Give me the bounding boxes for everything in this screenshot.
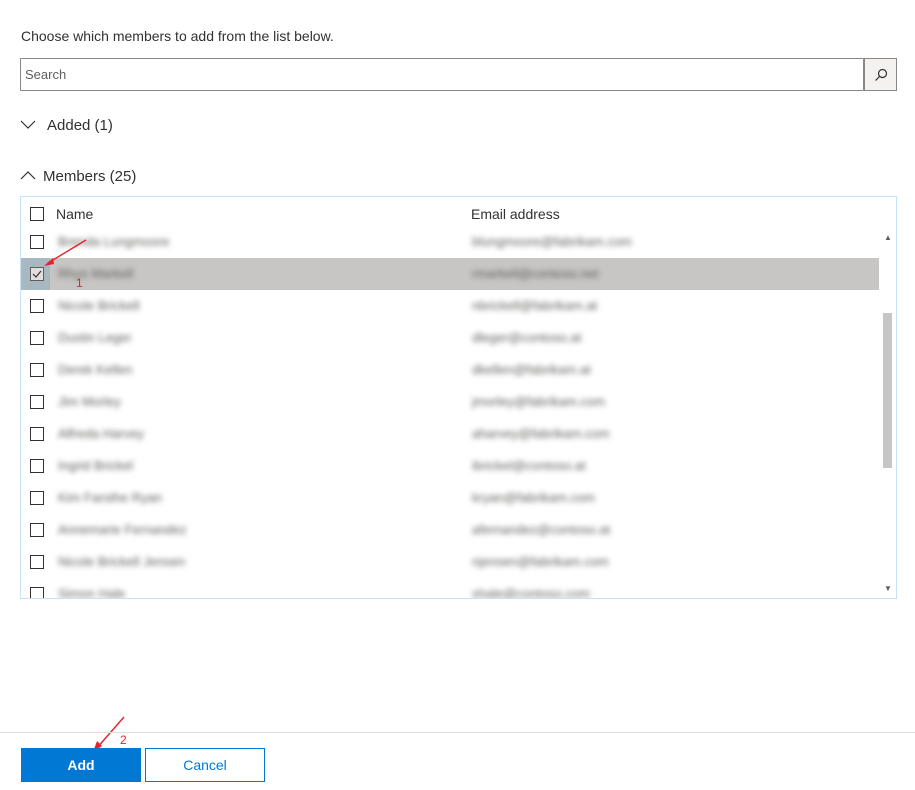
annotation-step-2: 2 bbox=[120, 733, 127, 747]
annotation-step-1: 1 bbox=[76, 276, 83, 290]
add-button[interactable]: Add bbox=[21, 748, 141, 782]
footer-divider bbox=[0, 732, 915, 733]
cancel-button[interactable]: Cancel bbox=[145, 748, 265, 782]
annotation-arrow-icon bbox=[44, 239, 125, 752]
